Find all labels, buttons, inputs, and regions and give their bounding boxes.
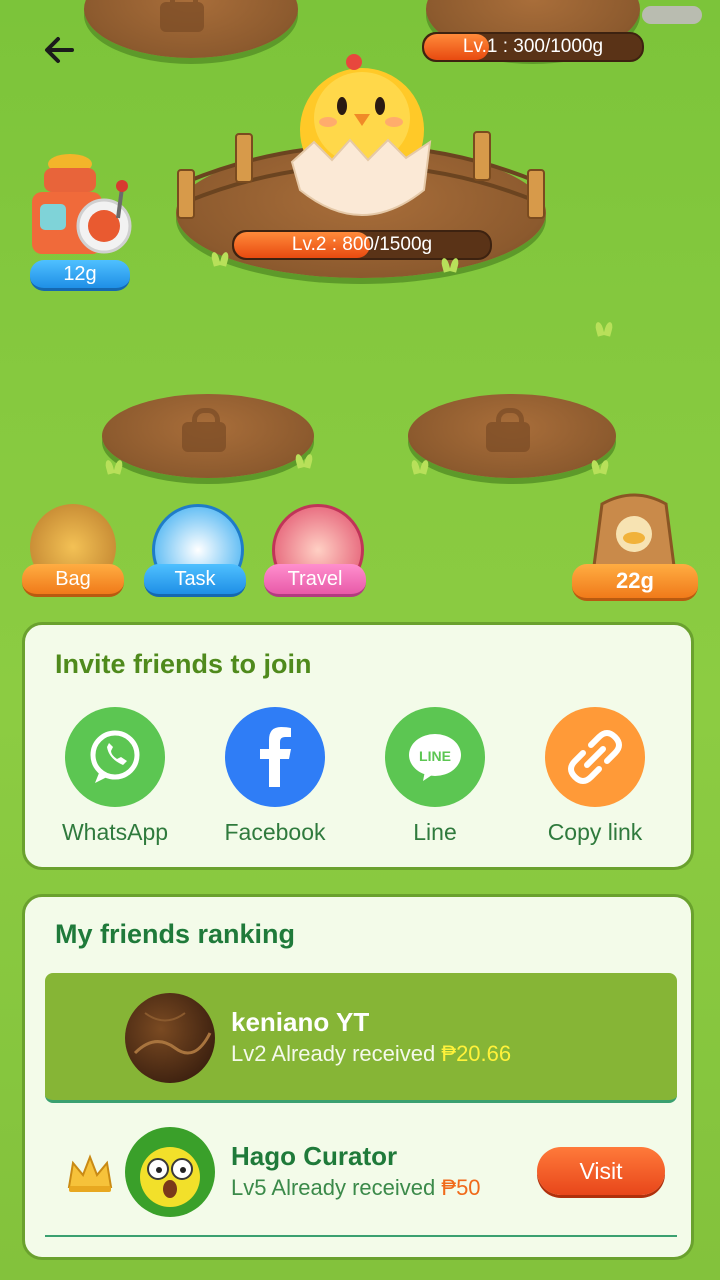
back-arrow-icon[interactable] bbox=[40, 30, 80, 70]
grass-decoration bbox=[440, 258, 462, 272]
ranking-title: My friends ranking bbox=[55, 919, 296, 949]
level1-progress-bar: Lv.1 : 300/1000g bbox=[422, 32, 644, 62]
line-icon: LINE bbox=[409, 734, 461, 781]
copy-link-label: Copy link bbox=[547, 819, 643, 845]
grass-decoration bbox=[590, 460, 612, 474]
level1-progress-label: Lv.1 : 300/1000g bbox=[462, 36, 604, 57]
friend-status: Lv5 Already received ₱50 bbox=[231, 1175, 481, 1201]
friend-status: Lv2 Already received ₱20.66 bbox=[231, 1041, 511, 1067]
whatsapp-label: WhatsApp bbox=[61, 819, 169, 845]
line-label: Line bbox=[413, 819, 457, 845]
level2-progress-label: Lv.2 : 800/1500g bbox=[291, 234, 433, 255]
machine-amount-badge: 12g bbox=[30, 260, 130, 291]
grass-decoration bbox=[104, 460, 126, 474]
task-button[interactable]: Task bbox=[144, 564, 246, 597]
avatar-face bbox=[140, 1147, 200, 1207]
friend-reward-amount: ₱50 bbox=[441, 1175, 481, 1200]
feed-sack-icon[interactable] bbox=[586, 486, 682, 572]
friend-received-text: Already received bbox=[271, 1175, 436, 1200]
avatar bbox=[125, 993, 215, 1083]
invite-title: Invite friends to join bbox=[55, 649, 312, 679]
line-share-button[interactable]: LINE bbox=[385, 707, 485, 807]
avatar-pattern bbox=[133, 1012, 212, 1055]
friend-name: keniano YT bbox=[231, 1007, 370, 1037]
lock-icon bbox=[182, 408, 226, 452]
friend-level: Lv2 bbox=[231, 1041, 267, 1066]
feed-machine-icon[interactable] bbox=[26, 148, 136, 264]
bag-button[interactable]: Bag bbox=[22, 564, 124, 597]
rock-decoration bbox=[642, 6, 702, 24]
level2-progress-bar: Lv.2 : 800/1500g bbox=[232, 230, 492, 260]
copy-link-button[interactable] bbox=[545, 707, 645, 807]
facebook-icon bbox=[260, 727, 291, 787]
facebook-label: Facebook bbox=[224, 819, 326, 845]
crown-icon bbox=[67, 1154, 113, 1192]
link-icon bbox=[568, 730, 622, 784]
grass-decoration bbox=[594, 322, 616, 336]
facebook-share-button[interactable] bbox=[225, 707, 325, 807]
grass-decoration bbox=[210, 252, 232, 266]
whatsapp-share-button[interactable] bbox=[65, 707, 165, 807]
friend-name: Hago Curator bbox=[231, 1141, 398, 1171]
invite-card: Invite friends to join WhatsApp Facebook… bbox=[22, 622, 694, 870]
grass-decoration bbox=[410, 460, 432, 474]
svg-text:LINE: LINE bbox=[419, 748, 451, 764]
lock-icon bbox=[160, 0, 204, 32]
ranking-row-self[interactable]: keniano YT Lv2 Already received ₱20.66 bbox=[45, 973, 677, 1103]
friend-received-text: Already received bbox=[271, 1041, 436, 1066]
feed-amount-badge[interactable]: 22g bbox=[572, 564, 698, 601]
ranking-card: My friends ranking keniano YT Lv2 Alread… bbox=[22, 894, 694, 1260]
whatsapp-icon bbox=[90, 730, 140, 783]
avatar bbox=[125, 1127, 215, 1217]
lock-icon bbox=[486, 408, 530, 452]
visit-button[interactable]: Visit bbox=[537, 1147, 665, 1195]
ranking-row[interactable]: Hago Curator Lv5 Already received ₱50 Vi… bbox=[45, 1107, 677, 1237]
chick-character[interactable] bbox=[284, 50, 440, 226]
friend-level: Lv5 bbox=[231, 1175, 267, 1200]
friend-reward-amount: ₱20.66 bbox=[441, 1041, 512, 1066]
grass-decoration bbox=[294, 454, 316, 468]
travel-button[interactable]: Travel bbox=[264, 564, 366, 597]
